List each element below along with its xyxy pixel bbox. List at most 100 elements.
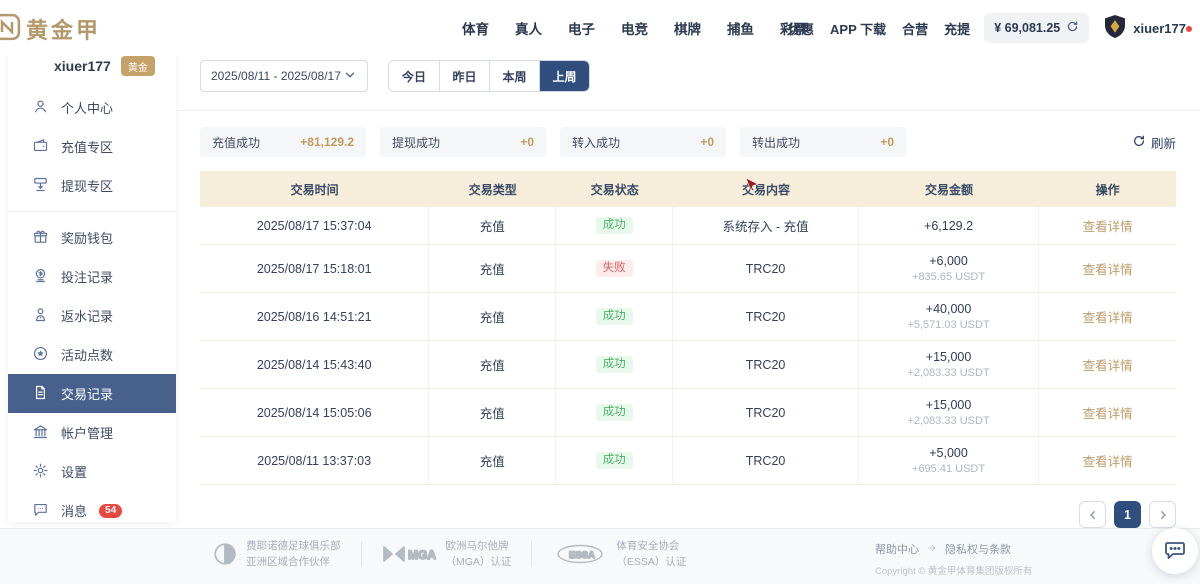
nav-item-1[interactable]: 真人 [515,18,542,38]
brand-logo[interactable]: 黄金甲 [0,12,101,45]
sidebar-menu: 个人中心充值专区提现专区奖励钱包投注记录返水记录活动点数交易记录帐户管理设置消息… [8,88,176,530]
chat-bubble-icon [1163,538,1187,565]
status-badge: 成功 [596,308,633,326]
table-body: 2025/08/17 15:37:04充值成功系统存入 - 充值+6,129.2… [200,207,1176,485]
user-menu[interactable]: xiuer177 [1103,14,1192,43]
quick-link-1[interactable]: APP 下载 [830,19,886,38]
view-details-link[interactable]: 查看详情 [1043,307,1172,326]
amount-value: +6,000 [863,254,1035,268]
content-value: TRC20 [677,406,853,420]
sidebar-item-5[interactable]: 返水记录 [8,296,176,335]
sidebar-item-label: 奖励钱包 [61,228,113,247]
cert-divider [361,541,362,567]
gift-icon [32,228,49,248]
range-button-1[interactable]: 昨日 [439,61,489,91]
coin-icon [32,267,49,287]
page-number-button[interactable]: 1 [1114,501,1141,528]
sidebar-item-3[interactable]: 奖励钱包 [8,218,176,257]
type-value: 充值 [433,216,551,235]
cert-text: 费耶诺德足球俱乐部亚洲区域合作伙伴 [246,538,341,571]
quick-link-0[interactable]: 优惠 [788,19,814,38]
notification-dot [1186,26,1192,32]
sidebar-item-2[interactable]: 提现专区 [8,166,176,205]
refresh-label: 刷新 [1151,133,1176,152]
summary-label: 提现成功 [392,134,440,151]
refresh-balance-icon[interactable] [1066,20,1079,36]
prev-page-button[interactable] [1079,501,1106,528]
refresh-button[interactable]: 刷新 [1132,133,1176,152]
wallet-icon [32,137,49,154]
view-details-link[interactable]: 查看详情 [1043,451,1172,470]
quick-link-2[interactable]: 合营 [902,19,928,38]
status-badge: 成功 [596,356,633,374]
sidebar-item-9[interactable]: 设置 [8,452,176,491]
balance-pill[interactable]: ¥ 69,081.25 [984,13,1089,43]
nav-item-4[interactable]: 棋牌 [674,18,701,38]
cell-status: 成功 [556,389,673,436]
column-header-4: 交易金额 [859,181,1040,198]
cell-content: TRC20 [673,341,858,388]
range-button-3[interactable]: 上周 [539,61,589,91]
help-center-link[interactable]: 帮助中心 [875,541,919,557]
certification-2: ESSA体育安全协会（ESSA）认证 [552,538,686,571]
cell-type: 充值 [429,293,556,340]
date-range-select[interactable]: 2025/08/11 - 2025/08/17 [200,60,368,92]
cell-time: 2025/08/11 13:37:03 [200,437,429,484]
sidebar-item-10[interactable]: 消息54 [8,491,176,530]
rebate-icon [32,306,49,326]
cell-time: 2025/08/16 14:51:21 [200,293,429,340]
sidebar-item-1[interactable]: 充值专区 [8,127,176,166]
sidebar-item-label: 个人中心 [61,98,113,117]
amount-value: +40,000 [863,302,1035,316]
chevron-left-icon [1087,509,1099,521]
nav-item-3[interactable]: 电竞 [621,18,648,38]
sidebar-item-label: 投注记录 [61,267,113,286]
sidebar-item-8[interactable]: 帐户管理 [8,413,176,452]
footer-links-block: 帮助中心 隐私权与条款 Copyright © 黄金甲体育集团版权所有 [875,541,1032,577]
time-value: 2025/08/17 15:18:01 [204,262,424,276]
sidebar-item-0[interactable]: 个人中心 [8,88,176,127]
table-row: 2025/08/14 15:43:40充值成功TRC20+15,000+2,08… [200,341,1176,389]
chevron-down-icon [343,68,357,85]
nav-item-2[interactable]: 电子 [568,18,595,38]
balance-amount: ¥ 69,081.25 [994,21,1060,35]
next-page-button[interactable] [1149,501,1176,528]
essa-logo: ESSA [552,543,608,565]
cell-action: 查看详情 [1039,293,1176,340]
date-range-value: 2025/08/11 - 2025/08/17 [211,69,341,83]
feyenoord-logo [212,541,238,567]
sidebar-item-7[interactable]: 交易记录 [8,374,176,413]
cell-action: 查看详情 [1039,437,1176,484]
nav-item-0[interactable]: 体育 [462,18,489,38]
view-details-link[interactable]: 查看详情 [1043,216,1172,235]
quick-link-3[interactable]: 充提 [944,19,970,38]
view-details-link[interactable]: 查看详情 [1043,355,1172,374]
cell-amount: +5,000+695.41 USDT [859,437,1040,484]
type-value: 充值 [433,307,551,326]
star-icon [32,345,49,362]
cell-amount: +6,000+835.65 USDT [859,245,1040,292]
range-button-0[interactable]: 今日 [389,61,439,91]
customer-service-button[interactable] [1152,528,1198,574]
amount-value: +15,000 [863,398,1035,412]
certifications: 费耶诺德足球俱乐部亚洲区域合作伙伴MGA欧洲马尔他牌（MGA）认证ESSA体育安… [212,538,686,571]
cell-action: 查看详情 [1039,207,1176,244]
nav-item-5[interactable]: 捕鱼 [727,18,754,38]
cell-status: 成功 [556,207,673,244]
cell-time: 2025/08/17 15:37:04 [200,207,429,244]
view-details-link[interactable]: 查看详情 [1043,403,1172,422]
vip-level-badge: 黄金 [121,56,155,76]
cell-content: TRC20 [673,293,858,340]
type-value: 充值 [433,403,551,422]
sidebar-item-4[interactable]: 投注记录 [8,257,176,296]
feyenoord-logo [212,541,238,567]
cert-line1: 费耶诺德足球俱乐部 [246,538,341,554]
transactions-table: 交易时间交易类型交易状态交易内容交易金额操作 2025/08/17 15:37:… [200,171,1176,485]
view-details-link[interactable]: 查看详情 [1043,259,1172,278]
summary-chip-3: 转出成功+0 [740,127,906,157]
sidebar-item-6[interactable]: 活动点数 [8,335,176,374]
summary-value: +0 [700,135,714,149]
range-button-2[interactable]: 本周 [489,61,539,91]
privacy-terms-link[interactable]: 隐私权与条款 [945,541,1011,557]
cell-time: 2025/08/14 15:05:06 [200,389,429,436]
